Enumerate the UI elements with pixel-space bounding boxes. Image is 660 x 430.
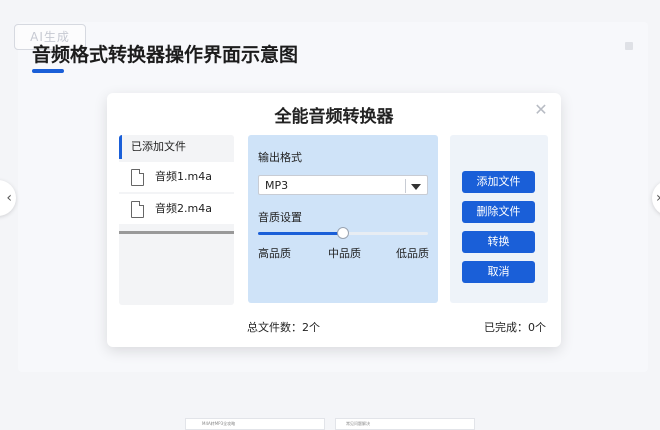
completed-count: 已完成：0个	[484, 321, 546, 334]
output-format-value: MP3	[265, 179, 289, 192]
thumbnail-title: M4A转MP3全攻略	[202, 421, 236, 426]
prev-slide-button[interactable]: ‹	[0, 180, 16, 216]
convert-button[interactable]: 转换	[462, 231, 535, 253]
quality-label: 音质设置	[258, 211, 302, 224]
file-name: 音频2.m4a	[155, 202, 212, 215]
divider	[119, 231, 234, 234]
thumbnail-slide-1[interactable]: M4A转MP3全攻略	[185, 418, 325, 430]
file-name: 音频1.m4a	[155, 170, 212, 183]
next-slide-button[interactable]: ›	[652, 180, 660, 216]
slider-fill	[258, 232, 343, 235]
title-underline	[32, 69, 64, 73]
actions-panel: 添加文件 删除文件 转换 取消	[450, 135, 548, 303]
slider-thumb[interactable]	[337, 227, 349, 239]
quality-low[interactable]: 低品质	[396, 245, 429, 261]
settings-panel: 输出格式 MP3 音质设置 高品质 中品质 低品质	[248, 135, 438, 303]
output-format-label: 输出格式	[258, 151, 302, 164]
thumbnail-slide-2[interactable]: 常见问题解决	[335, 418, 475, 430]
chevron-right-icon: ›	[656, 190, 660, 206]
list-item[interactable]: 音频1.m4a	[119, 162, 234, 192]
file-icon	[131, 169, 144, 186]
converter-dialog: 全能音频转换器 ✕ 已添加文件 音频1.m4a 音频2.m4a 输出格式 MP3…	[107, 93, 561, 347]
output-format-select[interactable]: MP3	[258, 175, 428, 195]
add-files-button[interactable]: 添加文件	[462, 171, 535, 193]
thumbnail-title: 常见问题解决	[346, 421, 370, 426]
file-icon	[131, 201, 144, 218]
file-list-header: 已添加文件	[119, 135, 234, 159]
quality-medium[interactable]: 中品质	[328, 245, 361, 261]
file-list-panel: 已添加文件 音频1.m4a 音频2.m4a	[119, 135, 234, 305]
chevron-left-icon: ‹	[6, 190, 12, 206]
page-title: 音频格式转换器操作界面示意图	[32, 44, 299, 66]
close-icon[interactable]: ✕	[533, 102, 549, 118]
delete-files-button[interactable]: 删除文件	[462, 201, 535, 223]
quality-high[interactable]: 高品质	[258, 245, 291, 261]
quality-slider[interactable]	[258, 227, 428, 239]
select-divider	[405, 179, 406, 193]
total-files-count: 总文件数：2个	[247, 321, 320, 334]
list-item[interactable]: 音频2.m4a	[119, 194, 234, 224]
cancel-button[interactable]: 取消	[462, 261, 535, 283]
corner-square-icon	[625, 42, 633, 50]
dialog-title: 全能音频转换器	[274, 107, 394, 127]
chevron-down-icon	[411, 184, 421, 190]
